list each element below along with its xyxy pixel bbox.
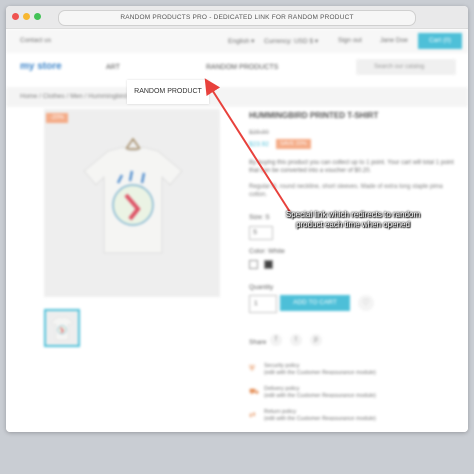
currency-selector[interactable]: Currency: USD $ ▾	[264, 37, 318, 45]
reassurance-title: Return policy	[264, 409, 297, 415]
menu-item-random-products[interactable]: RANDOM PRODUCTS	[206, 64, 278, 71]
quantity-stepper[interactable]: 1	[249, 295, 277, 313]
window-titlebar: RANDOM PRODUCTS PRO - DEDICATED LINK FOR…	[6, 6, 468, 29]
reassurance-subtitle: (edit with the Customer Reassurance modu…	[264, 416, 376, 422]
cart-button[interactable]: Cart (0)	[418, 33, 462, 49]
menu-item-random-product[interactable]: RANDOM PRODUCT	[127, 80, 209, 104]
top-nav-bar: Contact us English ▾ Currency: USD $ ▾ S…	[6, 29, 468, 53]
breadcrumb: Home / Clothes / Men / Hummingbird print…	[6, 87, 468, 107]
minimize-window-icon[interactable]	[23, 13, 30, 20]
pinterest-icon[interactable]: p	[310, 334, 322, 346]
color-label: Color: White	[249, 248, 285, 255]
add-to-cart-button[interactable]: ADD TO CART	[280, 295, 350, 311]
blurred-background-content: Contact us English ▾ Currency: USD $ ▾ S…	[6, 29, 468, 432]
return-icon: ⇄	[249, 410, 256, 419]
store-logo[interactable]: my store	[20, 61, 62, 72]
twitter-icon[interactable]: t	[290, 334, 302, 346]
discount-flag: -20%	[46, 113, 69, 123]
tshirt-image	[83, 137, 183, 254]
size-select[interactable]: S	[249, 226, 273, 240]
store-page: Contact us English ▾ Currency: USD $ ▾ S…	[6, 29, 468, 432]
color-swatch-white[interactable]	[249, 260, 258, 269]
annotation-callout: Special link which redirects to random p…	[285, 210, 421, 229]
language-selector[interactable]: English ▾	[228, 37, 254, 45]
loyalty-info: By buying this product you can collect u…	[249, 160, 454, 174]
truck-icon: ⛟	[249, 387, 260, 396]
save-badge: SAVE 20%	[276, 139, 311, 149]
address-bar[interactable]: RANDOM PRODUCTS PRO - DEDICATED LINK FOR…	[58, 10, 416, 26]
quantity-label: Quantity	[249, 284, 274, 291]
regular-price: $29.90	[249, 129, 269, 136]
reassurance-subtitle: (edit with the Customer Reassurance modu…	[264, 393, 376, 399]
color-swatch-black[interactable]	[264, 260, 273, 269]
menu-item-art[interactable]: ART	[106, 64, 120, 71]
size-label: Size: S	[249, 214, 270, 221]
maximize-window-icon[interactable]	[34, 13, 41, 20]
reassurance-delivery: ⛟ Delivery policy (edit with the Custome…	[249, 386, 459, 400]
reassurance-title: Delivery policy	[264, 386, 300, 392]
sign-out-link[interactable]: Sign out	[338, 37, 362, 44]
account-link[interactable]: Jane Doe	[380, 37, 408, 44]
reassurance-return: ⇄ Return policy (edit with the Customer …	[249, 409, 459, 423]
search-input[interactable]: Search our catalog	[356, 59, 456, 75]
reassurance-title: Security policy	[264, 363, 300, 369]
share-label: Share	[249, 339, 267, 346]
reassurance-subtitle: (edit with the Customer Reassurance modu…	[264, 370, 376, 376]
close-window-icon[interactable]	[12, 13, 19, 20]
shield-icon: ⛨	[249, 364, 255, 373]
product-title: HUMMINGBIRD PRINTED T-SHIRT	[249, 111, 379, 120]
current-price: $23.92	[249, 141, 269, 148]
tshirt-thumbnail-image	[51, 316, 73, 341]
product-description: Regular fit, round neckline, short sleev…	[249, 184, 443, 198]
facebook-icon[interactable]: f	[270, 334, 282, 346]
contact-link[interactable]: Contact us	[20, 37, 51, 44]
wishlist-heart-icon[interactable]: ♡	[358, 295, 374, 311]
reassurance-security: ⛨ Security policy (edit with the Custome…	[249, 363, 459, 377]
